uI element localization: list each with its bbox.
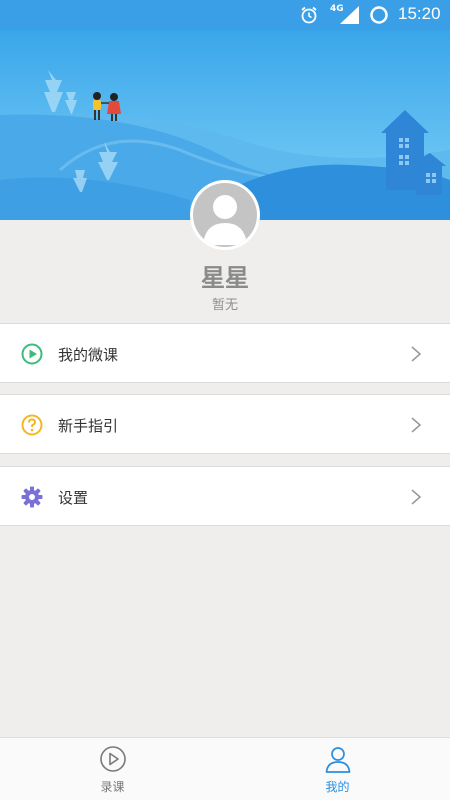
menu-item-label: 设置 (58, 489, 89, 507)
profile-name: 星星 (201, 264, 249, 292)
chevron-right-icon (411, 417, 422, 433)
alarm-icon (301, 6, 317, 24)
tab-record[interactable]: 录课 (0, 738, 225, 800)
battery-icon (370, 6, 388, 24)
tab-label: 录课 (100, 780, 125, 794)
tab-mine[interactable]: 我的 (225, 738, 450, 800)
chevron-right-icon (411, 489, 422, 505)
tab-label: 我的 (325, 780, 350, 794)
gear-icon (21, 486, 43, 508)
status-time: 15:20 (398, 4, 441, 23)
default-avatar-icon (193, 183, 257, 247)
person-icon (325, 747, 351, 773)
question-circle-icon (21, 414, 43, 436)
status-bar: 4G 15:20 (0, 0, 450, 30)
menu-item-label: 我的微课 (58, 346, 119, 364)
bottom-nav: 录课 我的 (0, 737, 450, 800)
menu-item-settings[interactable]: 设置 (0, 466, 450, 526)
profile-subtitle: 暂无 (211, 298, 238, 313)
play-circle-outline-icon (100, 746, 126, 772)
avatar[interactable] (190, 180, 260, 250)
signal-icon (340, 6, 359, 24)
chevron-right-icon (411, 346, 422, 362)
menu-item-label: 新手指引 (58, 417, 119, 435)
play-circle-icon (21, 343, 43, 365)
menu-item-my-courses[interactable]: 我的微课 (0, 323, 450, 383)
menu-item-guide[interactable]: 新手指引 (0, 394, 450, 454)
